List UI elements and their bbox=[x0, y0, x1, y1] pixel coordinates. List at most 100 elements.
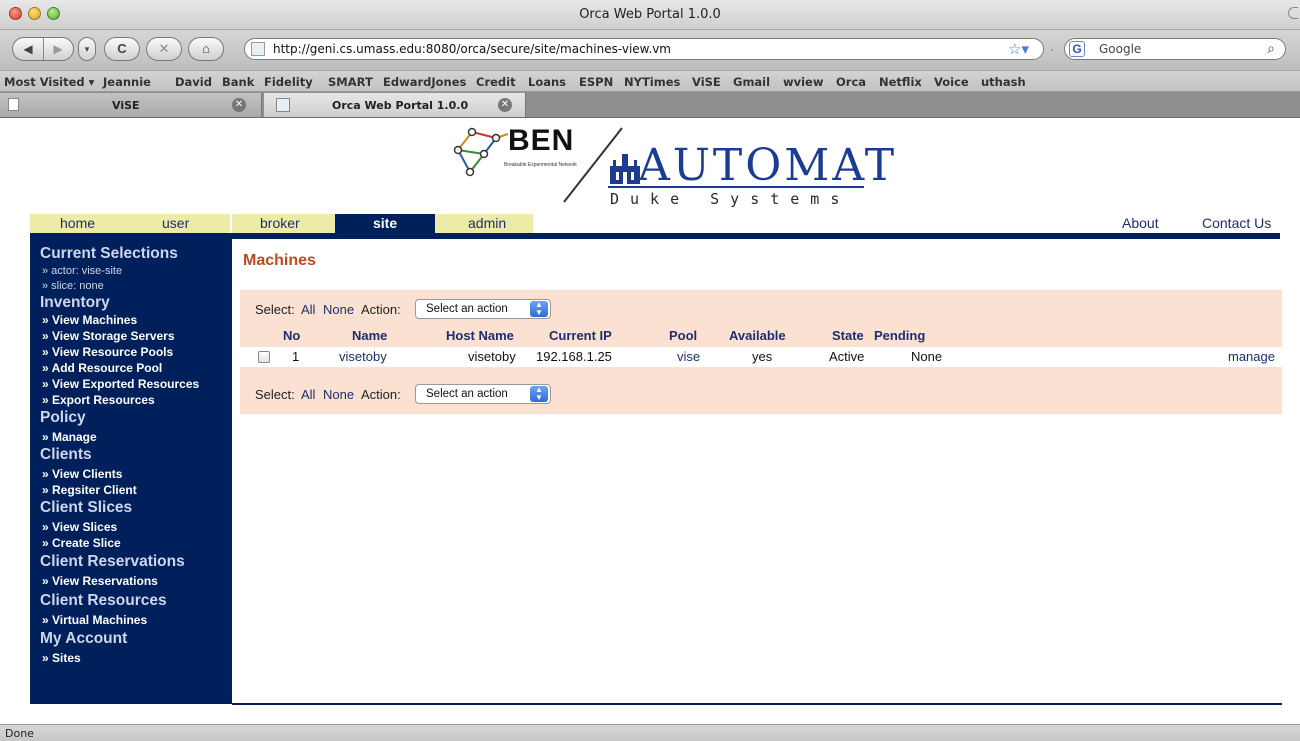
cell-current-ip: 192.168.1.25 bbox=[536, 349, 612, 364]
column-header-available[interactable]: Available bbox=[729, 328, 786, 343]
sidebar-item-view-machines[interactable]: » View Machines bbox=[42, 313, 137, 327]
toolbar-toggle-icon[interactable] bbox=[1288, 7, 1298, 19]
nav-tab-home-user: home user bbox=[30, 214, 230, 233]
select-none-link[interactable]: None bbox=[323, 302, 354, 317]
contact-us-link[interactable]: Contact Us bbox=[1202, 214, 1271, 233]
tab-orca-web-portal[interactable]: Orca Web Portal 1.0.0 ✕ bbox=[264, 93, 526, 117]
bookmark-orca[interactable]: Orca bbox=[836, 75, 866, 89]
row-checkbox[interactable] bbox=[258, 351, 270, 363]
tab-admin[interactable]: admin bbox=[435, 214, 533, 233]
tab-vise[interactable]: ViSE ✕ bbox=[0, 93, 262, 117]
sidebar-heading-client-reservations: Client Reservations bbox=[40, 553, 185, 570]
url-text[interactable]: http://geni.cs.umass.edu:8080/orca/secur… bbox=[273, 42, 671, 56]
select-none-link[interactable]: None bbox=[323, 387, 354, 402]
bookmarks-bar: Most Visited ▾ Jeannie David Bank Fideli… bbox=[0, 70, 1300, 92]
bookmark-david[interactable]: David bbox=[175, 75, 212, 89]
bookmark-voice[interactable]: Voice bbox=[934, 75, 969, 89]
bookmark-star-icon[interactable]: ☆▾ bbox=[1008, 40, 1029, 58]
browser-window: Orca Web Portal 1.0.0 ◀ ▶ ▾ C ✕ ⌂ http:/… bbox=[0, 0, 1300, 741]
sidebar-item-sites[interactable]: » Sites bbox=[42, 651, 81, 665]
duke-systems-text: Duke Systems bbox=[610, 190, 851, 208]
bookmark-credit[interactable]: Credit bbox=[476, 75, 516, 89]
site-favicon-icon bbox=[276, 98, 290, 112]
select-all-link[interactable]: All bbox=[301, 302, 315, 317]
search-bar[interactable]: G Google ⌕ bbox=[1064, 38, 1286, 60]
bookmark-uthash[interactable]: uthash bbox=[981, 75, 1026, 89]
bookmark-jeannie[interactable]: Jeannie bbox=[103, 75, 151, 89]
window-title: Orca Web Portal 1.0.0 bbox=[579, 7, 721, 22]
column-header-pending[interactable]: Pending bbox=[874, 328, 925, 343]
search-icon[interactable]: ⌕ bbox=[1267, 40, 1275, 57]
bookmark-vise[interactable]: ViSE bbox=[692, 75, 721, 89]
cell-pending: None bbox=[911, 349, 943, 364]
manage-link[interactable]: manage bbox=[1228, 349, 1275, 364]
sidebar-item-view-exported-resources[interactable]: » View Exported Resources bbox=[42, 377, 199, 391]
sidebar-item-manage[interactable]: » Manage bbox=[42, 430, 97, 444]
sidebar-item-virtual-machines[interactable]: » Virtual Machines bbox=[42, 613, 147, 627]
sidebar-heading-inventory: Inventory bbox=[40, 294, 110, 311]
bookmark-fidelity[interactable]: Fidelity bbox=[264, 75, 313, 89]
about-link[interactable]: About bbox=[1122, 214, 1159, 233]
tab-admin-label: admin bbox=[468, 215, 507, 231]
sidebar-item-export-resources[interactable]: » Export Resources bbox=[42, 393, 155, 407]
google-icon[interactable]: G bbox=[1069, 41, 1085, 57]
tab-broker-label: broker bbox=[260, 215, 300, 231]
column-header-pool[interactable]: Pool bbox=[669, 328, 697, 343]
tab-user[interactable]: user bbox=[162, 214, 189, 233]
cell-name-link[interactable]: visetoby bbox=[339, 349, 387, 364]
bookmark-loans[interactable]: Loans bbox=[528, 75, 566, 89]
sidebar-item-view-clients[interactable]: » View Clients bbox=[42, 467, 122, 481]
close-tab-icon[interactable]: ✕ bbox=[232, 98, 246, 112]
sidebar-heading-policy: Policy bbox=[40, 409, 86, 426]
select-all-link[interactable]: All bbox=[301, 387, 315, 402]
bookmark-edwardjones[interactable]: EdwardJones bbox=[383, 75, 466, 89]
tab-broker[interactable]: broker bbox=[232, 214, 335, 233]
action-select[interactable]: Select an action ▲ ▼ bbox=[415, 384, 551, 404]
sidebar-heading-clients: Clients bbox=[40, 446, 92, 463]
sidebar-item-register-client[interactable]: » Regsiter Client bbox=[42, 483, 137, 497]
bookmark-gmail[interactable]: Gmail bbox=[733, 75, 770, 89]
history-dropdown-button[interactable]: ▾ bbox=[78, 37, 96, 61]
select-label: Select: bbox=[255, 387, 295, 402]
stop-button[interactable]: ✕ bbox=[146, 37, 182, 61]
sidebar-item-add-resource-pool[interactable]: » Add Resource Pool bbox=[42, 361, 162, 375]
page-content: BEN Breakable Experimental Network AUTOM… bbox=[0, 118, 1300, 724]
tab-site-label: site bbox=[373, 215, 398, 231]
cell-state: Active bbox=[829, 349, 865, 364]
cell-no: 1 bbox=[292, 349, 300, 364]
column-header-name[interactable]: Name bbox=[352, 328, 387, 343]
back-button[interactable]: ◀ bbox=[13, 38, 44, 60]
search-input[interactable]: Google bbox=[1099, 42, 1141, 56]
bookmark-espn[interactable]: ESPN bbox=[579, 75, 613, 89]
sidebar-item-view-storage-servers[interactable]: » View Storage Servers bbox=[42, 329, 175, 343]
table-row: 1 visetoby visetoby 192.168.1.25 vise ye… bbox=[240, 347, 1282, 367]
automat-logo-rule bbox=[608, 186, 864, 188]
sidebar-heading-current-selections: Current Selections bbox=[40, 245, 178, 262]
sidebar-item-view-slices[interactable]: » View Slices bbox=[42, 520, 117, 534]
forward-button[interactable]: ▶ bbox=[43, 38, 73, 60]
column-header-host-name[interactable]: Host Name bbox=[446, 328, 514, 343]
home-button[interactable]: ⌂ bbox=[188, 37, 224, 61]
tab-site[interactable]: site bbox=[335, 214, 435, 233]
action-select[interactable]: Select an action ▲ ▼ bbox=[415, 299, 551, 319]
action-label: Action: bbox=[361, 302, 401, 317]
reload-button[interactable]: C bbox=[104, 37, 140, 61]
sidebar-item-view-resource-pools[interactable]: » View Resource Pools bbox=[42, 345, 173, 359]
column-header-state[interactable]: State bbox=[832, 328, 864, 343]
url-bar[interactable]: http://geni.cs.umass.edu:8080/orca/secur… bbox=[244, 38, 1044, 60]
bookmark-most-visited[interactable]: Most Visited ▾ bbox=[4, 75, 94, 89]
bookmark-wview[interactable]: wview bbox=[783, 75, 824, 89]
bookmark-netflix[interactable]: Netflix bbox=[879, 75, 922, 89]
main-navigation: home user broker site admin About Contac… bbox=[30, 214, 1280, 233]
cell-available: yes bbox=[752, 349, 773, 364]
tab-home[interactable]: home bbox=[60, 214, 95, 233]
bookmark-smart[interactable]: SMART bbox=[328, 75, 373, 89]
sidebar-item-view-reservations[interactable]: » View Reservations bbox=[42, 574, 158, 588]
bookmark-nytimes[interactable]: NYTimes bbox=[624, 75, 680, 89]
sidebar-item-create-slice[interactable]: » Create Slice bbox=[42, 536, 121, 550]
bookmark-bank[interactable]: Bank bbox=[222, 75, 254, 89]
cell-pool-link[interactable]: vise bbox=[677, 349, 700, 364]
close-tab-icon[interactable]: ✕ bbox=[498, 98, 512, 112]
tab-bar: ViSE ✕ Orca Web Portal 1.0.0 ✕ bbox=[0, 92, 1300, 118]
column-header-current-ip[interactable]: Current IP bbox=[549, 328, 612, 343]
